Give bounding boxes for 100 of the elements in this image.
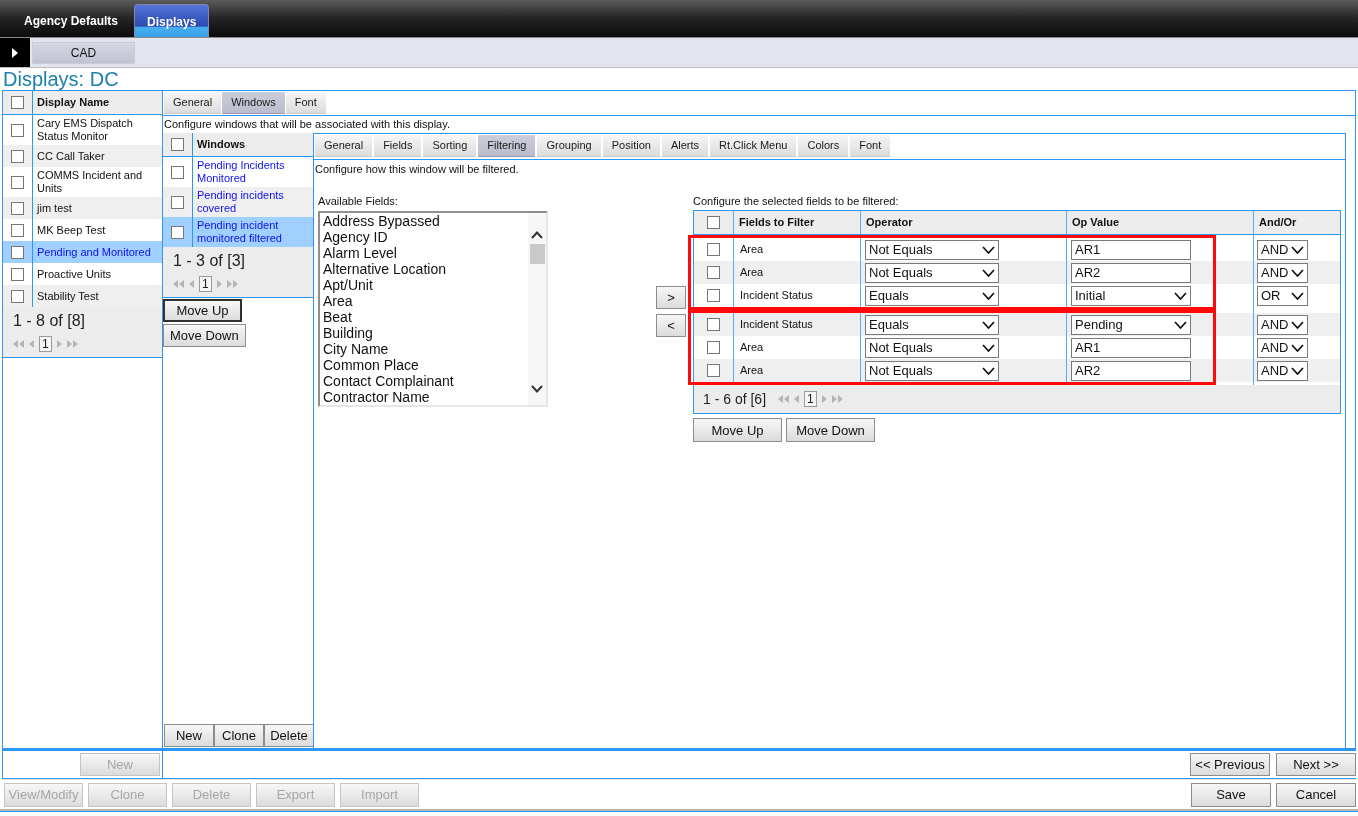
page-nav-button[interactable]: Next >> <box>1276 753 1356 776</box>
checkbox[interactable] <box>11 267 24 281</box>
operator-dropdown[interactable]: Equals <box>865 285 999 306</box>
list-option[interactable]: Address Bypassed <box>323 213 528 229</box>
checkbox[interactable] <box>171 195 184 209</box>
list-option[interactable]: Contractor Name <box>323 389 528 405</box>
row-text: jim test <box>37 201 72 215</box>
operator-dropdown[interactable]: Not Equals <box>865 337 999 358</box>
form-action-button[interactable]: Save <box>1191 782 1271 807</box>
checkbox[interactable] <box>11 289 24 303</box>
checkbox[interactable] <box>11 175 24 189</box>
tab[interactable]: Font <box>850 135 891 157</box>
checkbox[interactable] <box>707 243 720 256</box>
checkbox[interactable] <box>171 138 184 151</box>
chevron-down-icon <box>982 366 995 375</box>
operator-dropdown[interactable]: Not Equals <box>865 360 999 381</box>
op-value-field[interactable]: AR1 <box>1071 239 1191 260</box>
chevron-down-icon[interactable] <box>531 385 543 393</box>
op-value-dropdown[interactable]: Initial <box>1071 285 1191 306</box>
checkbox[interactable] <box>707 341 720 354</box>
list-option[interactable]: Alternative Location <box>323 261 528 277</box>
tab[interactable]: Font <box>285 92 326 114</box>
transfer-button[interactable]: < <box>656 314 686 337</box>
column-header: Fields to Filter <box>739 215 815 231</box>
list-row[interactable]: Pending incident monitored filtered <box>163 217 313 247</box>
window-action-button[interactable]: Delete <box>264 724 314 747</box>
list-row[interactable]: Pending incidents covered <box>163 187 313 217</box>
operator-dropdown[interactable]: Equals <box>865 314 999 335</box>
tab[interactable]: Rt.Click Menu <box>710 135 797 157</box>
field-name-text: Area <box>740 363 764 379</box>
checkbox[interactable] <box>171 225 184 239</box>
top-tab[interactable]: Displays <box>134 4 210 37</box>
op-value-field[interactable]: AR1 <box>1071 337 1191 358</box>
tab[interactable]: Alerts <box>661 135 708 157</box>
checkbox[interactable] <box>707 289 720 302</box>
window-order-button[interactable]: Move Up <box>163 299 242 322</box>
scrollbar-thumb[interactable] <box>529 244 545 264</box>
and-or-dropdown[interactable]: AND <box>1257 262 1308 283</box>
window-action-button[interactable]: Clone <box>214 724 264 747</box>
available-fields-list[interactable]: Address Bypassed Agency ID Alarm Level Alternative Location Apt/Unit Area Beat Building City Name Common Place Contact Complainant Contractor Name <box>318 211 548 407</box>
checkbox[interactable] <box>11 245 24 259</box>
checkbox[interactable] <box>11 96 24 109</box>
and-or-dropdown[interactable]: AND <box>1257 360 1308 381</box>
list-option[interactable]: Beat <box>323 309 528 325</box>
tab[interactable]: Fields <box>374 135 422 157</box>
filter-order-button[interactable]: Move Down <box>786 418 875 442</box>
scrollbar[interactable] <box>528 213 546 405</box>
and-or-dropdown[interactable]: AND <box>1257 239 1308 260</box>
list-row[interactable]: jim test <box>3 197 162 219</box>
tab[interactable]: Grouping <box>537 135 601 157</box>
and-or-dropdown[interactable]: AND <box>1257 314 1308 335</box>
checkbox[interactable] <box>707 318 720 331</box>
chevron-up-icon[interactable] <box>531 231 543 239</box>
list-option[interactable]: Agency ID <box>323 229 528 245</box>
tab[interactable]: Windows <box>222 92 285 114</box>
list-row[interactable]: CC Call Taker <box>3 145 162 167</box>
tab[interactable]: General <box>164 92 222 114</box>
list-option[interactable]: Area <box>323 293 528 309</box>
and-or-dropdown[interactable]: AND <box>1257 337 1308 358</box>
list-option[interactable]: Common Place <box>323 357 528 373</box>
filter-order-button[interactable]: Move Up <box>693 418 782 442</box>
module-button[interactable]: CAD <box>32 41 135 64</box>
checkbox[interactable] <box>11 223 24 237</box>
checkbox[interactable] <box>11 123 24 137</box>
list-option[interactable]: Building <box>323 325 528 341</box>
list-option[interactable]: Contact Complainant <box>323 373 528 389</box>
transfer-button[interactable]: > <box>656 286 686 309</box>
list-row[interactable]: Pending and Monitored <box>3 241 162 263</box>
page-number[interactable]: 1 <box>199 276 212 292</box>
expand-toggle[interactable] <box>0 38 30 67</box>
window-order-button[interactable]: Move Down <box>163 324 246 347</box>
checkbox[interactable] <box>11 201 24 215</box>
field-name-text: Area <box>740 265 764 281</box>
top-tab[interactable]: Agency Defaults <box>12 4 131 37</box>
checkbox[interactable] <box>707 364 720 377</box>
op-value-field[interactable]: AR2 <box>1071 262 1191 283</box>
tab[interactable]: Filtering <box>478 135 536 157</box>
checkbox[interactable] <box>707 266 720 279</box>
and-or-dropdown[interactable]: OR <box>1257 285 1308 306</box>
field-name-text: Area <box>740 340 764 356</box>
page-number[interactable]: 1 <box>804 391 817 407</box>
page-number[interactable]: 1 <box>39 336 52 352</box>
tab[interactable]: Colors <box>798 135 849 157</box>
window-action-button[interactable]: New <box>164 724 214 747</box>
checkbox[interactable] <box>11 149 24 163</box>
checkbox[interactable] <box>171 165 184 179</box>
list-row[interactable]: Stability Test <box>3 285 162 307</box>
operator-dropdown[interactable]: Not Equals <box>865 239 999 260</box>
checkbox[interactable] <box>707 216 720 229</box>
tab[interactable]: Sorting <box>423 135 477 157</box>
op-value-field[interactable]: AR2 <box>1071 360 1191 381</box>
operator-dropdown[interactable]: Not Equals <box>865 262 999 283</box>
op-value-dropdown[interactable]: Pending <box>1071 314 1191 335</box>
list-option[interactable]: Alarm Level <box>323 245 528 261</box>
list-option[interactable]: City Name <box>323 341 528 357</box>
tab[interactable]: Position <box>602 135 660 157</box>
tab[interactable]: General <box>315 135 373 157</box>
list-option[interactable]: Apt/Unit <box>323 277 528 293</box>
form-action-button[interactable]: Cancel <box>1276 782 1356 807</box>
page-nav-button[interactable]: << Previous <box>1190 753 1270 776</box>
